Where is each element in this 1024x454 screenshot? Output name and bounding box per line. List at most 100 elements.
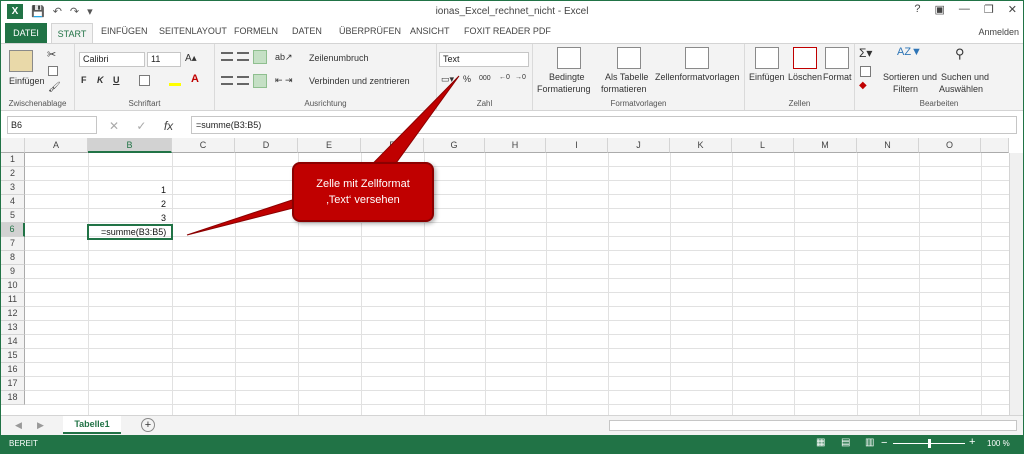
minimize-icon[interactable]: —: [959, 3, 970, 16]
row-header-10[interactable]: 10: [1, 279, 25, 293]
col-header-m[interactable]: M: [794, 138, 857, 153]
font-name-select[interactable]: Calibri: [79, 52, 145, 67]
ribbon-display-icon[interactable]: ▣: [935, 3, 945, 16]
row-header-3[interactable]: 3: [1, 181, 25, 195]
cut-icon[interactable]: ✂: [47, 48, 56, 61]
fill-color-icon[interactable]: [169, 76, 181, 86]
align-middle-icon[interactable]: [237, 52, 249, 61]
sheet-nav-next-icon[interactable]: ▶: [37, 420, 44, 431]
indent-icon[interactable]: ⇤ ⇥: [275, 75, 293, 86]
help-icon[interactable]: ?: [914, 3, 920, 16]
cell-b6[interactable]: =summe(B3:B5): [101, 227, 166, 237]
confirm-entry-icon[interactable]: ✓: [136, 119, 146, 133]
autosum-icon[interactable]: Σ▾: [859, 46, 872, 60]
format-as-table-line1[interactable]: Als Tabelle: [605, 72, 648, 82]
align-right-icon[interactable]: [253, 74, 267, 88]
orientation-icon[interactable]: ab↗: [275, 52, 293, 63]
row-header-11[interactable]: 11: [1, 293, 25, 307]
row-header-4[interactable]: 4: [1, 195, 25, 209]
cancel-entry-icon[interactable]: ✕: [109, 119, 119, 133]
zoom-in-icon[interactable]: +: [969, 436, 975, 448]
sheet-tab-tabelle1[interactable]: Tabelle1: [63, 416, 121, 434]
col-header-k[interactable]: K: [670, 138, 732, 153]
horizontal-scrollbar[interactable]: [609, 420, 1017, 431]
zoom-out-icon[interactable]: −: [881, 437, 887, 449]
row-header-8[interactable]: 8: [1, 251, 25, 265]
col-header-o[interactable]: O: [919, 138, 981, 153]
format-as-table-line2[interactable]: formatieren: [601, 84, 647, 94]
vertical-scrollbar[interactable]: [1009, 153, 1023, 415]
binoculars-icon[interactable]: ⚲: [955, 46, 965, 62]
row-header-6[interactable]: 6: [1, 223, 25, 237]
add-sheet-button[interactable]: +: [141, 418, 155, 432]
row-header-17[interactable]: 17: [1, 377, 25, 391]
sheet-nav-prev-icon[interactable]: ◀: [15, 420, 22, 431]
italic-button[interactable]: K: [97, 75, 104, 85]
restore-icon[interactable]: ❐: [984, 3, 994, 16]
align-center-icon[interactable]: [237, 76, 249, 85]
row-header-5[interactable]: 5: [1, 209, 25, 223]
col-header-l[interactable]: L: [732, 138, 794, 153]
tab-start[interactable]: START: [51, 23, 93, 44]
sort-filter-line2[interactable]: Filtern: [893, 84, 918, 94]
clear-icon[interactable]: ◆: [859, 80, 867, 91]
col-header-h[interactable]: H: [485, 138, 546, 153]
cell-styles-button[interactable]: Zellenformatvorlagen: [655, 72, 740, 82]
row-header-2[interactable]: 2: [1, 167, 25, 181]
tab-insert[interactable]: EINFÜGEN: [101, 26, 148, 36]
format-painter-icon[interactable]: 🖌: [48, 82, 61, 93]
row-header-13[interactable]: 13: [1, 321, 25, 335]
paste-button[interactable]: Einfügen: [9, 76, 45, 86]
align-bottom-icon[interactable]: [253, 50, 267, 64]
increase-decimal-icon[interactable]: ←0: [499, 74, 510, 81]
col-header-n[interactable]: N: [857, 138, 919, 153]
tab-foxit[interactable]: FOXIT READER PDF: [464, 26, 551, 36]
page-layout-view-icon[interactable]: ▤: [841, 437, 850, 448]
conditional-format-line1[interactable]: Bedingte: [549, 72, 585, 82]
underline-button[interactable]: U: [113, 75, 120, 85]
merge-center-button[interactable]: Verbinden und zentrieren: [309, 76, 410, 86]
accounting-format-icon[interactable]: ▭▾: [441, 74, 454, 85]
worksheet-grid[interactable]: A B C D E F G H I J K L M N O 1234567891…: [1, 138, 1023, 415]
row-header-16[interactable]: 16: [1, 363, 25, 377]
row-header-9[interactable]: 9: [1, 265, 25, 279]
tab-page-layout[interactable]: SEITENLAYOUT: [159, 26, 227, 36]
thousands-button[interactable]: 000: [479, 75, 491, 82]
delete-cells-button[interactable]: Löschen: [788, 72, 822, 82]
col-header-b[interactable]: B: [88, 138, 172, 153]
row-header-15[interactable]: 15: [1, 349, 25, 363]
tab-view[interactable]: ANSICHT: [410, 26, 450, 36]
zoom-level[interactable]: 100 %: [987, 439, 1010, 448]
select-all-corner[interactable]: [1, 138, 25, 153]
col-header-a[interactable]: A: [25, 138, 88, 153]
row-header-1[interactable]: 1: [1, 153, 25, 167]
col-header-i[interactable]: I: [546, 138, 608, 153]
format-cells-button[interactable]: Format: [823, 72, 852, 82]
conditional-format-line2[interactable]: Formatierung: [537, 84, 591, 94]
wrap-text-button[interactable]: Zeilenumbruch: [309, 53, 369, 63]
align-left-icon[interactable]: [221, 76, 233, 85]
row-header-14[interactable]: 14: [1, 335, 25, 349]
tab-file[interactable]: DATEI: [5, 23, 47, 43]
sort-filter-icon[interactable]: AZ▼: [897, 46, 922, 58]
font-size-select[interactable]: 11: [147, 52, 181, 67]
row-header-12[interactable]: 12: [1, 307, 25, 321]
page-break-view-icon[interactable]: ▥: [865, 437, 874, 448]
zoom-slider-thumb[interactable]: [928, 439, 931, 448]
insert-cells-button[interactable]: Einfügen: [749, 72, 785, 82]
formula-input[interactable]: =summe(B3:B5): [191, 116, 1017, 134]
percent-button[interactable]: %: [463, 74, 471, 84]
col-header-g[interactable]: G: [424, 138, 485, 153]
font-color-icon[interactable]: A: [191, 73, 199, 85]
col-header-d[interactable]: D: [235, 138, 298, 153]
sign-in-link[interactable]: Anmelden: [978, 27, 1019, 37]
bold-button[interactable]: F: [81, 75, 87, 85]
cell-b4[interactable]: 2: [161, 199, 166, 209]
close-icon[interactable]: ✕: [1008, 3, 1017, 16]
sort-filter-line1[interactable]: Sortieren und: [883, 72, 937, 82]
number-format-select[interactable]: Text: [439, 52, 529, 67]
find-select-line2[interactable]: Auswählen: [939, 84, 983, 94]
name-box[interactable]: B6: [7, 116, 97, 134]
decrease-decimal-icon[interactable]: →0: [515, 74, 526, 81]
tab-review[interactable]: ÜBERPRÜFEN: [339, 26, 401, 36]
